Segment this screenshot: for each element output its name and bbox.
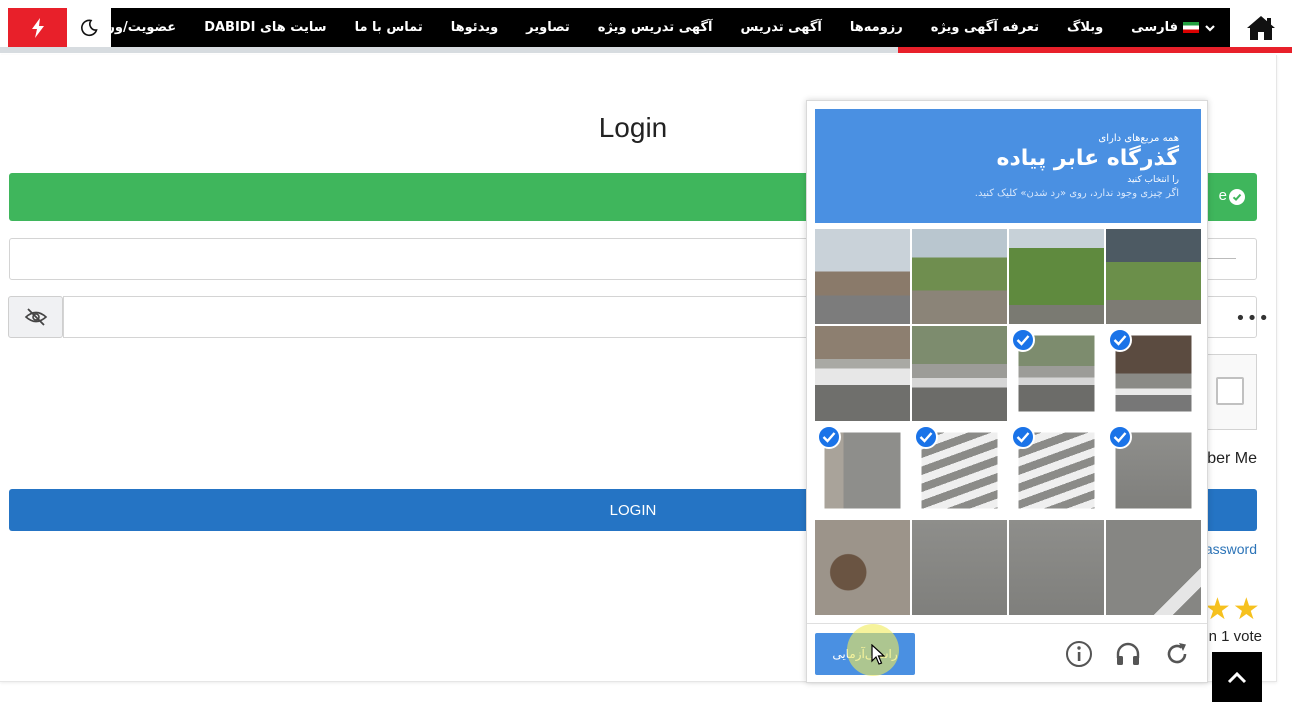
home-button[interactable] xyxy=(1230,8,1292,47)
nav-item-images[interactable]: تصاویر xyxy=(512,20,584,35)
flag-iran-icon xyxy=(1183,22,1199,33)
recaptcha-instructions: همه مربع‌های دارای گذرگاه عابر پیاده را … xyxy=(815,109,1201,223)
instruction-hint: اگر چیزی وجود ندارد، روی «رد شدن» کلیک ک… xyxy=(974,188,1179,199)
selected-check-icon xyxy=(1011,425,1035,449)
instruction-target: گذرگاه عابر پیاده xyxy=(996,146,1179,171)
image-tile[interactable] xyxy=(815,326,910,421)
moon-icon xyxy=(81,19,98,36)
image-tile[interactable] xyxy=(815,229,910,324)
check-circle-icon xyxy=(1229,189,1245,205)
tile-image xyxy=(815,520,910,615)
nav-item-resumes[interactable]: رزومه‌ها xyxy=(836,20,917,35)
tile-image xyxy=(912,520,1007,615)
image-tile-grid xyxy=(815,229,1201,615)
top-navigation-bar: فارسی وبلاگ تعرفه آگهی ویژه رزومه‌ها آگه… xyxy=(0,8,1292,53)
tile-image xyxy=(1009,520,1104,615)
image-tile[interactable] xyxy=(1106,520,1201,615)
star-icon[interactable]: ★ xyxy=(1204,595,1231,625)
toggle-password-visibility-button[interactable] xyxy=(8,296,63,338)
image-tile[interactable] xyxy=(1009,520,1104,615)
nav-item-blog[interactable]: وبلاگ xyxy=(1053,20,1117,35)
nav-item-label: تعرفه آگهی ویژه xyxy=(930,20,1040,35)
image-tile[interactable] xyxy=(1106,326,1201,421)
image-tile[interactable] xyxy=(912,423,1007,518)
nav-item-contact[interactable]: تماس با ما xyxy=(341,20,437,35)
search-button[interactable] xyxy=(0,8,8,47)
image-tile[interactable] xyxy=(815,423,910,518)
reload-button[interactable] xyxy=(1163,640,1191,668)
home-icon xyxy=(1247,15,1275,40)
dark-mode-toggle[interactable] xyxy=(67,8,111,47)
recaptcha-checkbox[interactable] xyxy=(1216,377,1244,405)
rating-stars[interactable]: ★ ★ xyxy=(1204,595,1260,625)
chevron-up-icon xyxy=(1227,671,1247,684)
headphones-icon xyxy=(1116,642,1140,665)
bolt-icon xyxy=(31,17,44,38)
image-tile[interactable] xyxy=(1106,229,1201,324)
nav-item-featured-pricing[interactable]: تعرفه آگهی ویژه xyxy=(917,20,1053,35)
nav-action-buttons xyxy=(0,8,111,47)
image-tile[interactable] xyxy=(912,520,1007,615)
nav-underline-red xyxy=(898,47,1292,53)
nav-item-label: آگهی تدریس xyxy=(740,20,822,35)
info-icon xyxy=(1066,641,1092,667)
nav-item-label: وبلاگ xyxy=(1067,20,1104,35)
image-tile[interactable] xyxy=(1009,229,1104,324)
star-icon[interactable]: ★ xyxy=(1233,595,1260,625)
nav-item-label: تصاویر xyxy=(526,20,570,35)
nav-item-teaching-ads[interactable]: آگهی تدریس xyxy=(726,20,835,35)
tile-image xyxy=(912,326,1007,421)
audio-challenge-button[interactable] xyxy=(1114,640,1142,668)
nav-item-dabidi-sites[interactable]: سایت های DABIDI xyxy=(190,20,340,35)
info-button[interactable] xyxy=(1065,640,1093,668)
instruction-prefix: همه مربع‌های دارای xyxy=(1098,133,1179,144)
votes-count: n 1 vote xyxy=(1208,628,1262,645)
nav-item-label: فارسی xyxy=(1131,20,1178,35)
tile-image xyxy=(815,229,910,324)
selected-check-icon xyxy=(914,425,938,449)
nav-item-featured-teaching-ads[interactable]: آگهی تدریس ویژه xyxy=(584,20,727,35)
recaptcha-challenge-popup: همه مربع‌های دارای گذرگاه عابر پیاده را … xyxy=(806,100,1208,683)
nav-item-label: ویدئوها xyxy=(450,20,499,35)
nav-item-label: آگهی تدریس ویژه xyxy=(597,20,713,35)
scroll-to-top-button[interactable] xyxy=(1212,652,1262,702)
tile-image xyxy=(912,229,1007,324)
image-tile[interactable] xyxy=(815,520,910,615)
nav-item-videos[interactable]: ویدئوها xyxy=(437,20,512,35)
password-mask: ••• xyxy=(1235,308,1270,329)
forgot-password-link[interactable]: assword xyxy=(1205,541,1257,557)
reload-icon xyxy=(1167,643,1187,664)
image-tile[interactable] xyxy=(1009,423,1104,518)
selected-check-icon xyxy=(1108,425,1132,449)
username-field-placeholder-line xyxy=(1208,258,1236,259)
success-alert-text: e xyxy=(1218,187,1227,204)
mouse-pointer-icon xyxy=(871,644,885,665)
main-menu: فارسی وبلاگ تعرفه آگهی ویژه رزومه‌ها آگه… xyxy=(79,8,1230,47)
bolt-button[interactable] xyxy=(8,8,67,47)
image-tile[interactable] xyxy=(912,229,1007,324)
instruction-suffix: را انتخاب کنید xyxy=(1127,175,1179,185)
tile-image xyxy=(1106,229,1201,324)
nav-item-language[interactable]: فارسی xyxy=(1117,20,1230,35)
eye-slash-icon xyxy=(24,308,47,326)
image-tile[interactable] xyxy=(1106,423,1201,518)
selected-check-icon xyxy=(1108,328,1132,352)
nav-item-label: رزومه‌ها xyxy=(849,20,903,35)
tile-image xyxy=(815,326,910,421)
nav-item-label: سایت های DABIDI xyxy=(204,20,327,35)
image-tile[interactable] xyxy=(912,326,1007,421)
image-tile[interactable] xyxy=(1009,326,1104,421)
chevron-down-icon xyxy=(1205,24,1215,32)
tile-image xyxy=(1009,229,1104,324)
nav-underline-grey xyxy=(0,47,898,53)
recaptcha-footer: راستی‌آزمایی xyxy=(807,623,1207,683)
selected-check-icon xyxy=(1011,328,1035,352)
remember-me-label[interactable]: ber Me xyxy=(1207,450,1257,468)
selected-check-icon xyxy=(817,425,841,449)
nav-item-label: تماس با ما xyxy=(354,20,423,35)
tile-image xyxy=(1106,520,1201,615)
